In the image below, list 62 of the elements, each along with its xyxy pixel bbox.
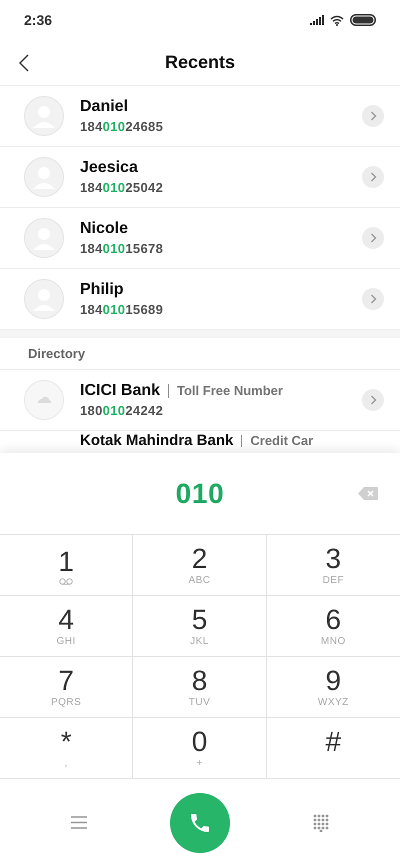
key-letters: MNO — [320, 636, 346, 648]
wifi-icon — [330, 14, 344, 26]
key-letters: + — [196, 758, 203, 770]
contact-tag: Credit Car — [250, 433, 314, 449]
avatar-icon — [24, 380, 64, 420]
signal-icon — [310, 15, 324, 25]
key-letters: , — [64, 758, 68, 770]
section-title: Directory — [28, 344, 86, 363]
phone-number: 18401015689 — [80, 302, 164, 318]
chevron-icon[interactable] — [362, 227, 384, 249]
status-time: 2:36 — [24, 10, 52, 30]
directory-row[interactable]: Kotak Mahindra Bank Credit Car — [0, 431, 400, 451]
key-letters: GHI — [56, 636, 76, 648]
dial-key[interactable]: * , — [0, 718, 134, 779]
contact-name: Jeesica — [80, 158, 139, 178]
backspace-icon — [358, 487, 378, 500]
key-letters: JKL — [190, 636, 209, 648]
dial-key[interactable]: 5 JKL — [133, 596, 267, 657]
recent-call-row[interactable]: Daniel 18401024685 — [0, 86, 400, 147]
key-letters: WXYZ — [318, 697, 349, 709]
contact-name: Philip — [80, 280, 125, 300]
key-letters: PQRS — [50, 697, 82, 709]
contact-name: Nicole — [80, 219, 130, 239]
dial-key[interactable]: 9 WXYZ — [266, 657, 400, 718]
menu-icon — [71, 816, 88, 829]
voicemail-icon — [59, 578, 74, 584]
battery-icon — [350, 14, 376, 26]
chevron-icon[interactable] — [362, 288, 384, 310]
dial-key[interactable]: 8 TUV — [133, 657, 267, 718]
phone-number: 18001024242 — [80, 403, 164, 419]
key-letters: TUV — [188, 697, 210, 709]
dial-key[interactable]: 4 GHI — [0, 596, 134, 657]
back-icon — [19, 54, 29, 72]
dial-key[interactable]: 3 DEF — [266, 535, 400, 596]
contact-tag: Toll Free Number — [177, 381, 283, 401]
dial-key[interactable]: 7 PQRS — [0, 657, 134, 718]
chevron-icon[interactable] — [362, 105, 384, 127]
recent-call-row[interactable]: Jeesica 18401025042 — [0, 147, 400, 208]
contact-name: Daniel — [80, 97, 130, 117]
avatar-icon — [24, 96, 64, 136]
chevron-icon[interactable] — [362, 166, 384, 188]
keypad-icon — [312, 814, 329, 832]
phone-number: 18401015678 — [80, 241, 164, 257]
contact-name: ICICI Bank — [80, 381, 160, 401]
avatar-icon — [24, 157, 64, 197]
dialed-number: 010 — [176, 476, 224, 510]
avatar-icon — [24, 279, 64, 319]
dial-key[interactable]: # — [266, 718, 400, 779]
dial-key[interactable]: 2 ABC — [133, 535, 267, 596]
avatar-icon — [24, 218, 64, 258]
key-letters: DEF — [322, 575, 344, 587]
contact-name: Kotak Mahindra Bank — [80, 433, 234, 449]
chevron-icon[interactable] — [362, 389, 384, 411]
phone-number: 18401025042 — [80, 180, 164, 196]
dial-key[interactable]: 6 MNO — [266, 596, 400, 657]
phone-number: 18401024685 — [80, 119, 164, 135]
key-letters: ABC — [188, 575, 211, 587]
directory-row[interactable]: ICICI Bank Toll Free Number 18001024242 — [0, 370, 400, 431]
recent-call-row[interactable]: Nicole 18401015678 — [0, 208, 400, 269]
dial-key[interactable]: 1 — [0, 535, 134, 596]
dial-key[interactable]: 0 + — [133, 718, 267, 779]
page-title: Recents — [164, 51, 236, 74]
